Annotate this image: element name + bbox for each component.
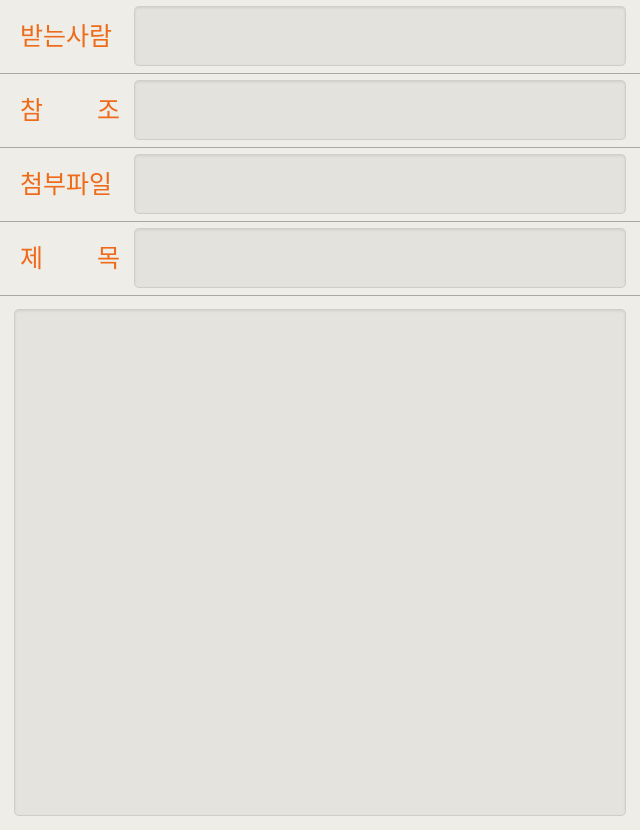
- cc-label-left: 참: [20, 96, 44, 125]
- cc-input[interactable]: [134, 80, 626, 140]
- cc-label-right: 조: [96, 96, 120, 125]
- subject-row: 제 목: [0, 222, 640, 296]
- to-label: 받는사람: [20, 22, 113, 51]
- mail-compose-form: 받는사람 참 조 첨부파일 제 목: [0, 0, 640, 830]
- subject-label: 제 목: [20, 222, 120, 295]
- cc-row: 참 조: [0, 74, 640, 148]
- subject-input[interactable]: [134, 228, 626, 288]
- cc-label: 참 조: [20, 74, 120, 147]
- subject-label-right: 목: [96, 244, 120, 273]
- to-input[interactable]: [134, 6, 626, 66]
- attachment-input[interactable]: [134, 154, 626, 214]
- attachment-row: 첨부파일: [0, 148, 640, 222]
- attachment-label: 첨부파일: [20, 170, 113, 199]
- to-row: 받는사람: [0, 0, 640, 74]
- message-body-textarea[interactable]: [14, 309, 626, 816]
- subject-label-left: 제: [20, 244, 44, 273]
